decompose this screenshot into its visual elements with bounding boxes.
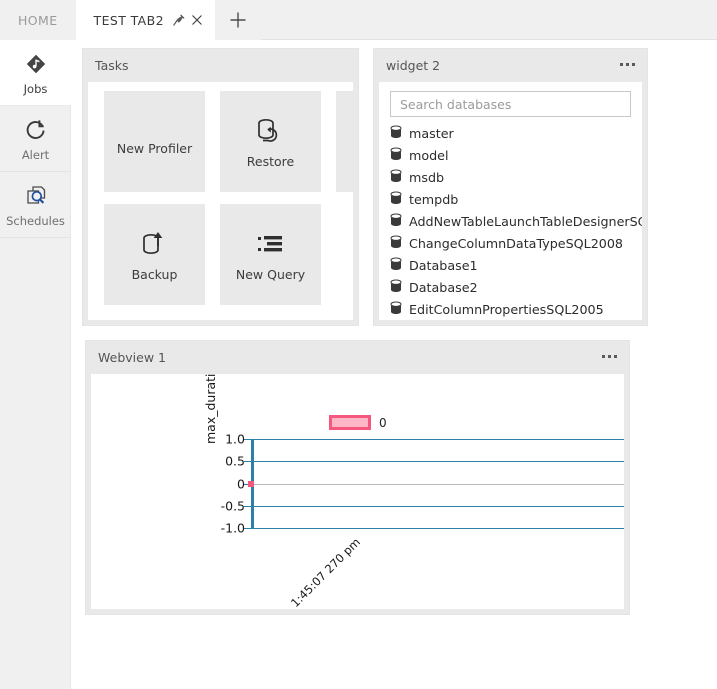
database-list: master model msdb tempdb AddNewTableLaun… [379, 119, 642, 320]
sidebar-item-alert-label: Alert [21, 148, 50, 162]
databases-widget-title: widget 2 [386, 58, 441, 73]
max-duration-chart: 0 max_duration 1.0 0.5 0 -0.5 -1.0 1:45:… [91, 374, 624, 609]
tile-new-query[interactable]: New Query [220, 204, 321, 305]
tile-backup[interactable]: Backup [104, 204, 205, 305]
list-item[interactable]: model [390, 144, 642, 166]
ellipsis-icon[interactable] [620, 62, 635, 69]
restore-icon [254, 114, 288, 148]
tab-test-tab2[interactable]: TEST TAB2 [75, 0, 215, 40]
database-icon [390, 146, 402, 165]
chart-plot-area: 1.0 0.5 0 -0.5 -1.0 1:45:07 270 pm 1:45:… [221, 432, 624, 609]
list-item[interactable]: msdb [390, 166, 642, 188]
legend-label-0: 0 [379, 415, 387, 430]
database-icon [390, 256, 402, 275]
chart-y-tickmark [244, 528, 251, 529]
database-name: EditColumnPropertiesSQL2005 [409, 301, 604, 317]
database-name: AddNewTableLaunchTableDesignerSQL2 [409, 213, 642, 229]
sidebar-item-jobs-label: Jobs [23, 82, 48, 96]
sidebar-item-schedules[interactable]: Schedules [0, 172, 71, 238]
chart-y-tick-label: -0.5 [220, 498, 245, 514]
database-icon [390, 190, 402, 209]
list-item[interactable]: ChangeColumnDataTypeSQL2008 [390, 232, 642, 254]
list-item[interactable]: tempdb [390, 188, 642, 210]
chart-gridline [251, 461, 624, 462]
chart-y-tick-label: 1.0 [225, 431, 245, 447]
new-tab-button[interactable] [214, 0, 261, 40]
pin-icon[interactable] [171, 12, 187, 28]
tab-test-tab2-label: TEST TAB2 [93, 12, 164, 28]
tile-new-query-label: New Query [235, 267, 306, 282]
chart-data-point [248, 481, 254, 487]
database-icon [390, 124, 402, 143]
database-name: master [409, 125, 454, 141]
alert-refresh-icon [23, 115, 49, 145]
tasks-tile-grid: New Profiler Restore Backup New Query [104, 91, 353, 305]
tab-home[interactable]: HOME [0, 0, 76, 40]
schedules-search-icon [22, 181, 50, 211]
databases-widget-body: Search databases master model msdb tempd… [379, 82, 642, 320]
tile-restore-label: Restore [246, 154, 295, 169]
plus-icon [228, 10, 248, 30]
tile-new-profiler[interactable]: New Profiler [104, 91, 205, 192]
legend-swatch-0 [329, 415, 371, 430]
chart-gridline [251, 506, 624, 507]
backup-icon [138, 227, 172, 261]
databases-widget: widget 2 Search databases master model m… [373, 48, 648, 326]
tasks-widget-title: Tasks [95, 58, 129, 73]
search-databases-input[interactable]: Search databases [390, 91, 631, 117]
webview-widget: Webview 1 0 max_duration 1.0 0.5 0 -0.5 … [85, 340, 630, 615]
list-item[interactable]: EditColumnPropertiesSQL2005 [390, 298, 642, 320]
webview-widget-header: Webview 1 [86, 341, 629, 374]
list-item[interactable]: Database1 [390, 254, 642, 276]
database-icon [390, 278, 402, 297]
chart-y-tickmark [244, 461, 251, 462]
sidebar: Jobs Alert Schedules [0, 40, 71, 689]
sidebar-item-jobs[interactable]: Jobs [0, 40, 71, 106]
search-databases-placeholder: Search databases [400, 96, 512, 112]
tile-new-profiler-label: New Profiler [116, 141, 193, 156]
tile-overflow-partial[interactable] [336, 91, 353, 192]
database-name: Database1 [409, 257, 478, 273]
chart-y-tick-label: 0 [237, 476, 245, 492]
list-item[interactable]: AddNewTableLaunchTableDesignerSQL2 [390, 210, 642, 232]
database-icon [390, 234, 402, 253]
tasks-widget-body: New Profiler Restore Backup New Query [88, 82, 353, 320]
close-icon[interactable] [190, 13, 205, 28]
databases-widget-header: widget 2 [374, 49, 647, 82]
list-item[interactable]: Database2 [390, 276, 642, 298]
sidebar-item-alert[interactable]: Alert [0, 106, 71, 172]
tab-bar: HOME TEST TAB2 [0, 0, 717, 40]
tile-backup-label: Backup [131, 267, 178, 282]
chart-x-tick-label: 1:45:07 270 pm [287, 535, 364, 609]
chart-zero-line [251, 484, 624, 485]
ellipsis-icon[interactable] [602, 354, 617, 361]
chart-legend: 0 [329, 415, 387, 430]
tasks-widget: Tasks New Profiler Restore Backup New Qu… [82, 48, 359, 326]
new-query-icon [254, 227, 288, 261]
database-name: msdb [409, 169, 445, 185]
database-icon [390, 168, 402, 187]
chart-y-axis-label: max_duration [203, 374, 218, 444]
database-name: tempdb [409, 191, 459, 207]
jobs-icon [22, 49, 50, 79]
chart-y-tick-label: 0.5 [225, 453, 245, 469]
database-icon [390, 212, 402, 231]
list-item[interactable]: master [390, 122, 642, 144]
chart-annotation: QDS is not enabled [91, 607, 624, 609]
tasks-widget-header: Tasks [83, 49, 358, 82]
database-name: Database2 [409, 279, 478, 295]
database-name: ChangeColumnDataTypeSQL2008 [409, 235, 623, 251]
sidebar-item-schedules-label: Schedules [6, 214, 65, 228]
webview-widget-body: 0 max_duration 1.0 0.5 0 -0.5 -1.0 1:45:… [91, 374, 624, 609]
tab-home-label: HOME [18, 12, 58, 28]
database-icon [390, 300, 402, 319]
webview-widget-title: Webview 1 [98, 350, 166, 365]
tile-restore[interactable]: Restore [220, 91, 321, 192]
chart-y-tick-label: -1.0 [220, 520, 245, 536]
chart-y-tickmark [244, 506, 251, 507]
database-name: model [409, 147, 449, 163]
